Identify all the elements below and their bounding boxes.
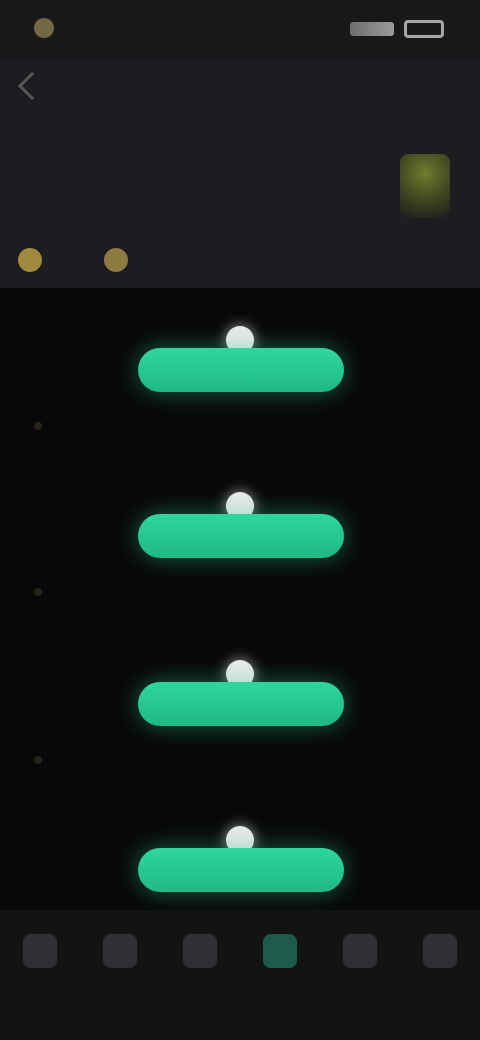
currency-row [18,248,142,272]
marker-dot-icon [34,756,42,764]
nav-game-icon [183,934,217,968]
nav-item[interactable] [330,934,390,1040]
gem-icon [104,248,128,272]
status-left [34,18,64,38]
nav-home-icon [23,934,57,968]
signal-icon [350,22,394,36]
nav-item[interactable] [90,934,150,1040]
nav-item[interactable] [10,934,70,1040]
nav-list-icon [103,934,137,968]
battery-icon [404,20,444,38]
trophy-icon[interactable] [400,154,450,218]
bottom-nav [0,910,480,1040]
node-claim-button[interactable] [138,514,344,558]
back-arrow-icon[interactable] [17,71,47,101]
level-timeline [0,288,480,910]
marker-dot-icon [34,422,42,430]
nav-item[interactable] [170,934,230,1040]
node-claim-button[interactable] [138,848,344,892]
coin-icon [18,248,42,272]
node-claim-button[interactable] [138,348,344,392]
app-dot-icon [34,18,54,38]
status-bar [0,0,480,60]
profile-header [0,60,480,288]
timeline-node [0,318,480,438]
nav-profile-icon [423,934,457,968]
nav-level-icon [263,934,297,968]
timeline-node [0,484,480,604]
nav-item[interactable] [410,934,470,1040]
nav-item-active[interactable] [250,934,310,1040]
nav-chat-icon [343,934,377,968]
timeline-node [0,652,480,772]
marker-dot-icon [34,588,42,596]
status-right [340,20,444,38]
node-claim-button[interactable] [138,682,344,726]
